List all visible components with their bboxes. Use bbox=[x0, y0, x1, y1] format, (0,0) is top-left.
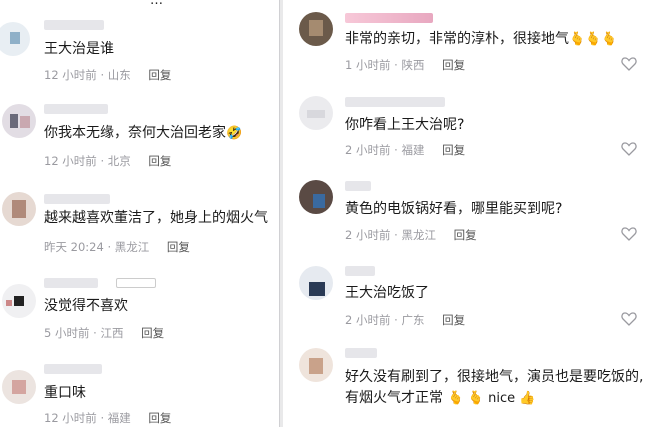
avatar[interactable] bbox=[299, 12, 333, 46]
comment-location: 福建 bbox=[107, 411, 131, 425]
like-heart-icon[interactable] bbox=[621, 142, 637, 156]
username-badges bbox=[116, 278, 156, 288]
comment-location: 山东 bbox=[107, 68, 131, 82]
comment-time: 1 小时前 bbox=[345, 58, 391, 72]
comment-text: 重口味 bbox=[44, 385, 86, 401]
reply-button[interactable]: 回复 bbox=[148, 68, 171, 82]
reply-button[interactable]: 回复 bbox=[148, 411, 171, 425]
comment-text: 王大治是谁 bbox=[44, 41, 114, 57]
username-blurred[interactable] bbox=[345, 13, 433, 23]
comment-meta: 昨天 20:24 · 黑龙江 回复 bbox=[44, 240, 190, 254]
avatar[interactable] bbox=[2, 370, 36, 404]
avatar[interactable] bbox=[2, 284, 36, 318]
username-blurred[interactable] bbox=[345, 181, 371, 191]
comment-text: 越来越喜欢董洁了，她身上的烟火气 bbox=[44, 210, 268, 226]
comment-text: 好久没有刷到了，很接地气，演员也是要吃饭的, bbox=[345, 369, 644, 385]
username-blurred[interactable] bbox=[345, 266, 375, 276]
username-blurred[interactable] bbox=[44, 194, 110, 204]
finger-heart-emoji-icon: 🫰🫰🫰 bbox=[569, 32, 618, 47]
comment-location: 黑龙江 bbox=[401, 228, 436, 242]
comment-meta: 2 小时前 · 广东 回复 bbox=[345, 313, 466, 327]
avatar[interactable] bbox=[299, 348, 333, 382]
comment-meta: 12 小时前 · 北京 回复 bbox=[44, 154, 172, 168]
comment-text: 王大治吃饭了 bbox=[345, 285, 429, 301]
comment-text: 你咋看上王大治呢? bbox=[345, 117, 465, 133]
comment-location: 江西 bbox=[100, 326, 124, 340]
reply-button[interactable]: 回复 bbox=[148, 154, 171, 168]
comment-time: 12 小时前 bbox=[44, 68, 97, 82]
reply-button[interactable]: 回复 bbox=[141, 326, 164, 340]
comment-text-line2: 有烟火气才正常 🫰 🫰 nice 👍 bbox=[345, 390, 536, 406]
comment-time: 12 小时前 bbox=[44, 411, 97, 425]
comment-text: 非常的亲切，非常的淳朴，很接地气🫰🫰🫰 bbox=[345, 31, 618, 47]
avatar[interactable] bbox=[0, 22, 30, 56]
avatar[interactable] bbox=[2, 104, 36, 138]
comment-location: 广东 bbox=[401, 313, 425, 327]
left-comment-panel: … 王大治是谁 12 小时前 · 山东 回复 你我本无缘，奈何大治回老家🤣 12… bbox=[0, 0, 279, 427]
right-comment-panel: 非常的亲切，非常的淳朴，很接地气🫰🫰🫰 1 小时前 · 陕西 回复 你咋看上王大… bbox=[283, 0, 660, 427]
comment-time: 2 小时前 bbox=[345, 143, 391, 157]
username-blurred[interactable] bbox=[44, 278, 98, 288]
comment-time: 2 小时前 bbox=[345, 228, 391, 242]
reply-button[interactable]: 回复 bbox=[167, 240, 190, 254]
comment-time: 12 小时前 bbox=[44, 154, 97, 168]
comment-meta: 2 小时前 · 黑龙江 回复 bbox=[345, 228, 477, 242]
laughing-emoji-icon: 🤣 bbox=[226, 126, 243, 141]
comment-text: 没觉得不喜欢 bbox=[44, 298, 128, 314]
avatar[interactable] bbox=[299, 180, 333, 214]
finger-heart-thumbs-up-emoji-icon: 🫰 🫰 nice 👍 bbox=[447, 391, 536, 406]
like-heart-icon[interactable] bbox=[621, 227, 637, 241]
comment-meta: 1 小时前 · 陕西 回复 bbox=[345, 58, 466, 72]
like-heart-icon[interactable] bbox=[621, 57, 637, 71]
reply-button[interactable]: 回复 bbox=[442, 143, 465, 157]
username-blurred[interactable] bbox=[44, 364, 102, 374]
comment-meta: 5 小时前 · 江西 回复 bbox=[44, 326, 165, 340]
comment-meta: 2 小时前 · 福建 回复 bbox=[345, 143, 466, 157]
comment-location: 陕西 bbox=[401, 58, 425, 72]
comment-location: 黑龙江 bbox=[114, 240, 150, 254]
comment-time: 昨天 20:24 bbox=[44, 240, 104, 254]
reply-button[interactable]: 回复 bbox=[442, 313, 465, 327]
username-blurred[interactable] bbox=[345, 97, 445, 107]
like-heart-icon[interactable] bbox=[621, 312, 637, 326]
username-blurred[interactable] bbox=[44, 20, 104, 30]
reply-button[interactable]: 回复 bbox=[454, 228, 477, 242]
comment-meta: 12 小时前 · 山东 回复 bbox=[44, 68, 172, 82]
comment-text: 你我本无缘，奈何大治回老家🤣 bbox=[44, 125, 243, 141]
username-blurred[interactable] bbox=[345, 348, 377, 358]
comment-time: 2 小时前 bbox=[345, 313, 391, 327]
avatar[interactable] bbox=[299, 266, 333, 300]
username-blurred[interactable] bbox=[44, 104, 108, 114]
reply-button[interactable]: 回复 bbox=[442, 58, 465, 72]
comment-location: 北京 bbox=[107, 154, 131, 168]
comment-location: 福建 bbox=[401, 143, 425, 157]
cut-off-header: … bbox=[150, 0, 163, 8]
avatar[interactable] bbox=[299, 96, 333, 130]
comment-time: 5 小时前 bbox=[44, 326, 90, 340]
comment-meta: 12 小时前 · 福建 回复 bbox=[44, 411, 172, 425]
comment-text: 黄色的电饭锅好看，哪里能买到呢? bbox=[345, 201, 563, 217]
avatar[interactable] bbox=[2, 192, 36, 226]
